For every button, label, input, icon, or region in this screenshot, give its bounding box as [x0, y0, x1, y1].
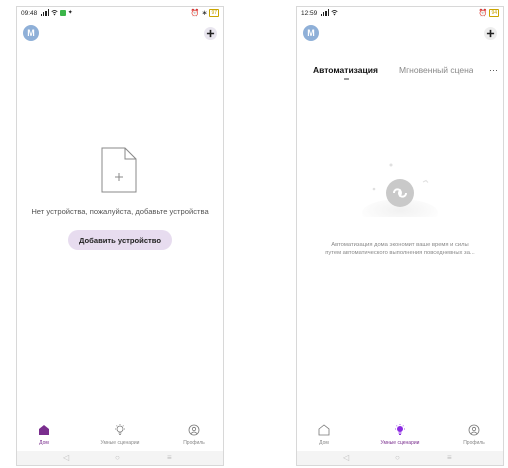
tab-smart-scenes-label: Умные сценарии	[100, 440, 140, 446]
scene-type-tabs: Автоматизация Мгновенный сцена ···	[297, 63, 503, 83]
status-time: 12:59	[301, 10, 318, 17]
status-time: 09:48	[21, 10, 38, 17]
automation-description: Автоматизация дома экономит ваше время и…	[297, 241, 503, 257]
home-icon	[318, 424, 330, 436]
signal-icon	[321, 9, 329, 16]
status-bar: 09:48 ✦ ⏰ ∗ 97	[17, 7, 223, 21]
tab-home[interactable]: Дом	[19, 422, 69, 450]
back-nav-icon[interactable]: ◁	[63, 453, 69, 462]
avatar[interactable]: M	[303, 25, 319, 41]
system-navigation-bar: ◁ ○ ≡	[17, 451, 223, 465]
bulb-icon	[115, 424, 125, 435]
bluetooth-icon: ∗	[201, 10, 208, 17]
tab-home-label: Дом	[39, 440, 49, 446]
wifi-icon	[51, 9, 58, 16]
tab-smart-scenes-label: Умные сценарии	[380, 440, 420, 446]
tab-automation-label: Автоматизация	[313, 65, 378, 75]
add-button[interactable]	[204, 27, 217, 40]
status-bar: 12:59 ⏰ 94	[297, 7, 503, 21]
plus-icon	[206, 29, 215, 38]
home-icon	[39, 425, 49, 435]
tab-smart-scenes[interactable]: Умные сценарии	[375, 422, 425, 450]
menu-nav-icon[interactable]: ≡	[167, 453, 172, 462]
alarm-icon: ⏰	[478, 10, 488, 17]
tab-automation[interactable]: Автоматизация	[313, 65, 378, 80]
tab-smart-scenes[interactable]: Умные сценарии	[95, 422, 145, 450]
empty-message: Нет устройства, пожалуйста, добавьте уст…	[31, 207, 209, 216]
notification-dot-icon: ✦	[67, 10, 73, 16]
back-nav-icon[interactable]: ◁	[343, 453, 349, 462]
bottom-tab-bar: Дом Умные сценарии Профиль	[297, 422, 503, 450]
battery-icon: 97	[209, 9, 219, 17]
tab-profile-label: Профиль	[183, 440, 205, 446]
bulb-icon	[395, 424, 405, 435]
tab-profile[interactable]: Профиль	[449, 422, 499, 450]
system-navigation-bar: ◁ ○ ≡	[297, 451, 503, 465]
signal-icon	[41, 9, 49, 16]
profile-icon	[188, 424, 200, 436]
plus-icon	[486, 29, 495, 38]
add-device-button[interactable]: Добавить устройство	[68, 230, 172, 250]
tab-profile-label: Профиль	[463, 440, 485, 446]
more-icon[interactable]: ···	[489, 65, 498, 75]
wifi-icon	[331, 9, 338, 16]
home-screen: 09:48 ✦ ⏰ ∗ 97 M Нет устройства, пожалуй…	[16, 6, 224, 466]
home-nav-icon[interactable]: ○	[115, 453, 120, 462]
smart-scenes-screen: 12:59 ⏰ 94 M Автоматизация Мгновенный сц…	[296, 6, 504, 466]
automation-description-line-2: путем автоматического выполнения повседн…	[325, 250, 475, 256]
empty-document-icon	[101, 147, 137, 193]
add-scene-button[interactable]	[484, 27, 497, 40]
tab-instant-scene[interactable]: Мгновенный сцена	[399, 65, 473, 75]
tab-home[interactable]: Дом	[299, 422, 349, 450]
battery-icon: 94	[489, 9, 499, 17]
tab-profile[interactable]: Профиль	[169, 422, 219, 450]
avatar[interactable]: M	[23, 25, 39, 41]
alarm-icon: ⏰	[190, 10, 200, 17]
home-nav-icon[interactable]: ○	[395, 453, 400, 462]
profile-icon	[468, 424, 480, 436]
automation-description-line-1: Автоматизация дома экономит ваше время и…	[331, 242, 469, 248]
bottom-tab-bar: Дом Умные сценарии Профиль	[17, 422, 223, 450]
tab-home-label: Дом	[319, 440, 329, 446]
active-tab-indicator	[344, 78, 349, 80]
app-notification-icon	[59, 9, 66, 16]
menu-nav-icon[interactable]: ≡	[447, 453, 452, 462]
automation-illustration-icon	[362, 163, 438, 217]
